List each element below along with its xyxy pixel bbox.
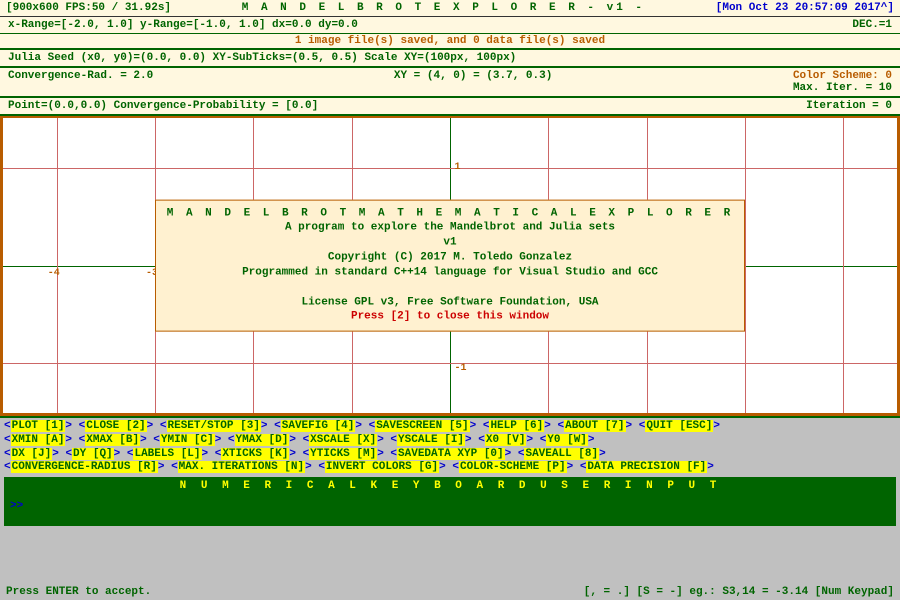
cmd-button[interactable]: XTICKS [K] xyxy=(221,448,289,460)
cmd-button[interactable]: CLOSE [2] xyxy=(85,420,146,432)
cmd-row-4: <CONVERGENCE-RADIUS [R]> <MAX. ITERATION… xyxy=(4,461,896,475)
range-text: x-Range=[-2.0, 1.0] y-Range=[-1.0, 1.0] … xyxy=(8,19,358,31)
footer-left: Press ENTER to accept. xyxy=(6,586,151,598)
cmd-button[interactable]: DATA PRECISION [F] xyxy=(586,461,707,473)
cmd-button[interactable]: HELP [6] xyxy=(489,420,544,432)
cmd-button[interactable]: QUIT [ESC] xyxy=(645,420,713,432)
point-row: Point=(0.0,0.0) Convergence-Probability … xyxy=(0,98,900,116)
cmd-button[interactable]: RESET/STOP [3] xyxy=(167,420,261,432)
about-lang: Programmed in standard C++14 language fo… xyxy=(166,266,734,281)
input-panel: N U M E R I C A L K E Y B O A R D U S E … xyxy=(4,477,896,526)
conv-rad: Convergence-Rad. = 2.0 xyxy=(8,70,153,94)
cmd-button[interactable]: COLOR-SCHEME [P] xyxy=(459,461,567,473)
ytick: -1 xyxy=(454,363,466,374)
xtick: -4 xyxy=(48,268,60,279)
conv-row: Convergence-Rad. = 2.0 XY = (4, 0) = (3.… xyxy=(0,68,900,98)
cmd-button[interactable]: Y0 [W] xyxy=(546,434,588,446)
cmd-button[interactable]: SAVEFIG [4] xyxy=(281,420,356,432)
resolution-fps: [900x600 FPS:50 / 31.92s] xyxy=(6,2,171,14)
about-license: License GPL v3, Free Software Foundation… xyxy=(166,295,734,310)
about-copyright: Copyright (C) 2017 M. Toledo Gonzalez xyxy=(166,251,734,266)
cmd-button[interactable]: X0 [V] xyxy=(485,434,527,446)
dec-text: DEC.=1 xyxy=(852,19,892,31)
xy-coords: XY = (4, 0) = (3.7, 0.3) xyxy=(394,70,552,94)
cmd-row-1: <PLOT [1]> <CLOSE [2]> <RESET/STOP [3]> … xyxy=(4,420,896,434)
footer-right: [, = .] [S = -] eg.: S3,14 = -3.14 [Num … xyxy=(584,586,894,598)
input-title: N U M E R I C A L K E Y B O A R D U S E … xyxy=(10,480,890,492)
app-title: M A N D E L B R O T E X P L O R E R - v1… xyxy=(242,2,645,14)
cmd-row-3: <DX [J]> <DY [Q]> <LABELS [L]> <XTICKS [… xyxy=(4,448,896,462)
colorscheme: Color Scheme: 0 xyxy=(793,70,892,82)
iteration: Iteration = 0 xyxy=(806,100,892,112)
cmd-button[interactable]: ABOUT [7] xyxy=(564,420,625,432)
cmd-button[interactable]: SAVEDATA XYP [0] xyxy=(397,448,505,460)
cmd-button[interactable]: DX [J] xyxy=(11,448,53,460)
title-bar: [900x600 FPS:50 / 31.92s] M A N D E L B … xyxy=(0,0,900,17)
cmd-button[interactable]: XMAX [B] xyxy=(85,434,140,446)
about-subtitle: A program to explore the Mandelbrot and … xyxy=(166,221,734,236)
cmd-button[interactable]: MAX. ITERATIONS [N] xyxy=(178,461,305,473)
cmd-button[interactable]: PLOT [1] xyxy=(11,420,66,432)
max-iter: Max. Iter. = 10 xyxy=(793,82,892,94)
point-prob: Point=(0.0,0.0) Convergence-Probability … xyxy=(8,100,318,112)
about-dialog: M A N D E L B R O T M A T H E M A T I C … xyxy=(155,199,745,332)
cmd-row-2: <XMIN [A]> <XMAX [B]> <YMIN [C]> <YMAX [… xyxy=(4,434,896,448)
ytick: 1 xyxy=(454,162,460,173)
about-title: M A N D E L B R O T M A T H E M A T I C … xyxy=(166,206,734,221)
input-prompt[interactable]: >> xyxy=(10,500,890,512)
julia-row: Julia Seed (x0, y0)=(0.0, 0.0) XY-SubTic… xyxy=(0,48,900,68)
timestamp: [Mon Oct 23 20:57:09 2017^] xyxy=(716,2,894,14)
cmd-button[interactable]: DY [Q] xyxy=(72,448,114,460)
files-saved-row: 1 image file(s) saved, and 0 data file(s… xyxy=(0,34,900,48)
cmd-button[interactable]: YMAX [D] xyxy=(235,434,290,446)
cmd-button[interactable]: YSCALE [I] xyxy=(397,434,465,446)
plot-canvas[interactable]: -4 -3 -2 -1 1 2 3 1 -1 M A N D E L B R O… xyxy=(0,116,900,416)
cmd-button[interactable]: SAVEALL [8] xyxy=(524,448,599,460)
command-menu: <PLOT [1]> <CLOSE [2]> <RESET/STOP [3]> … xyxy=(0,416,900,526)
about-version: v1 xyxy=(166,236,734,251)
cmd-button[interactable]: INVERT COLORS [G] xyxy=(325,461,439,473)
cmd-button[interactable]: CONVERGENCE-RADIUS [R] xyxy=(11,461,158,473)
julia-text: Julia Seed (x0, y0)=(0.0, 0.0) XY-SubTic… xyxy=(8,52,516,64)
cmd-button[interactable]: LABELS [L] xyxy=(133,448,201,460)
about-close-hint: Press [2] to close this window xyxy=(166,310,734,325)
cmd-button[interactable]: XMIN [A] xyxy=(11,434,66,446)
range-row: x-Range=[-2.0, 1.0] y-Range=[-1.0, 1.0] … xyxy=(0,17,900,34)
cmd-button[interactable]: SAVESCREEN [5] xyxy=(375,420,469,432)
cmd-button[interactable]: YTICKS [M] xyxy=(309,448,377,460)
cmd-button[interactable]: YMIN [C] xyxy=(160,434,215,446)
footer-bar: Press ENTER to accept. [, = .] [S = -] e… xyxy=(0,584,900,600)
cmd-button[interactable]: XSCALE [X] xyxy=(309,434,377,446)
